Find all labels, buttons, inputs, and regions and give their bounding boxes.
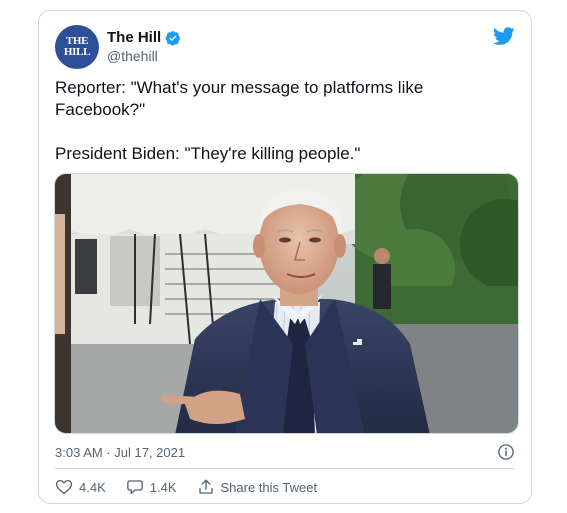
info-icon[interactable] [497,443,515,461]
heart-icon [55,479,73,495]
like-count: 4.4K [79,479,106,495]
tweet-text: Reporter: "What's your message to platfo… [55,77,515,165]
reply-bubble-icon [126,480,143,495]
author-name-row: The Hill [107,29,181,46]
tweet-timestamp[interactable]: 3:03 AM · Jul 17, 2021 [55,445,185,460]
avatar-text-line2: HILL [63,46,91,58]
avatar[interactable]: THE HILL [55,25,99,69]
video-thumbnail [55,174,518,433]
tweet-actions-bar: 4.4K 1.4K Share this Tweet [55,478,337,496]
reply-count: 1.4K [149,479,177,495]
reply-button[interactable]: 1.4K [126,478,177,496]
share-label: Share this Tweet [220,479,318,495]
tweet-text-paragraph-1: Reporter: "What's your message to platfo… [55,78,424,119]
verified-badge-icon [165,30,181,46]
share-icon [198,479,213,494]
author-handle[interactable]: @thehill [107,48,158,64]
tweet-media-video[interactable] [54,173,519,434]
like-button[interactable]: 4.4K [55,478,106,496]
author-display-name[interactable]: The Hill [107,29,161,46]
tweet-text-paragraph-2: President Biden: "They're killing people… [55,144,361,163]
actions-divider [55,468,515,469]
tweet-card[interactable]: THE HILL The Hill @thehill Reporter: "Wh… [38,10,532,504]
twitter-bird-icon[interactable] [493,25,515,47]
share-button[interactable]: Share this Tweet [197,478,318,496]
